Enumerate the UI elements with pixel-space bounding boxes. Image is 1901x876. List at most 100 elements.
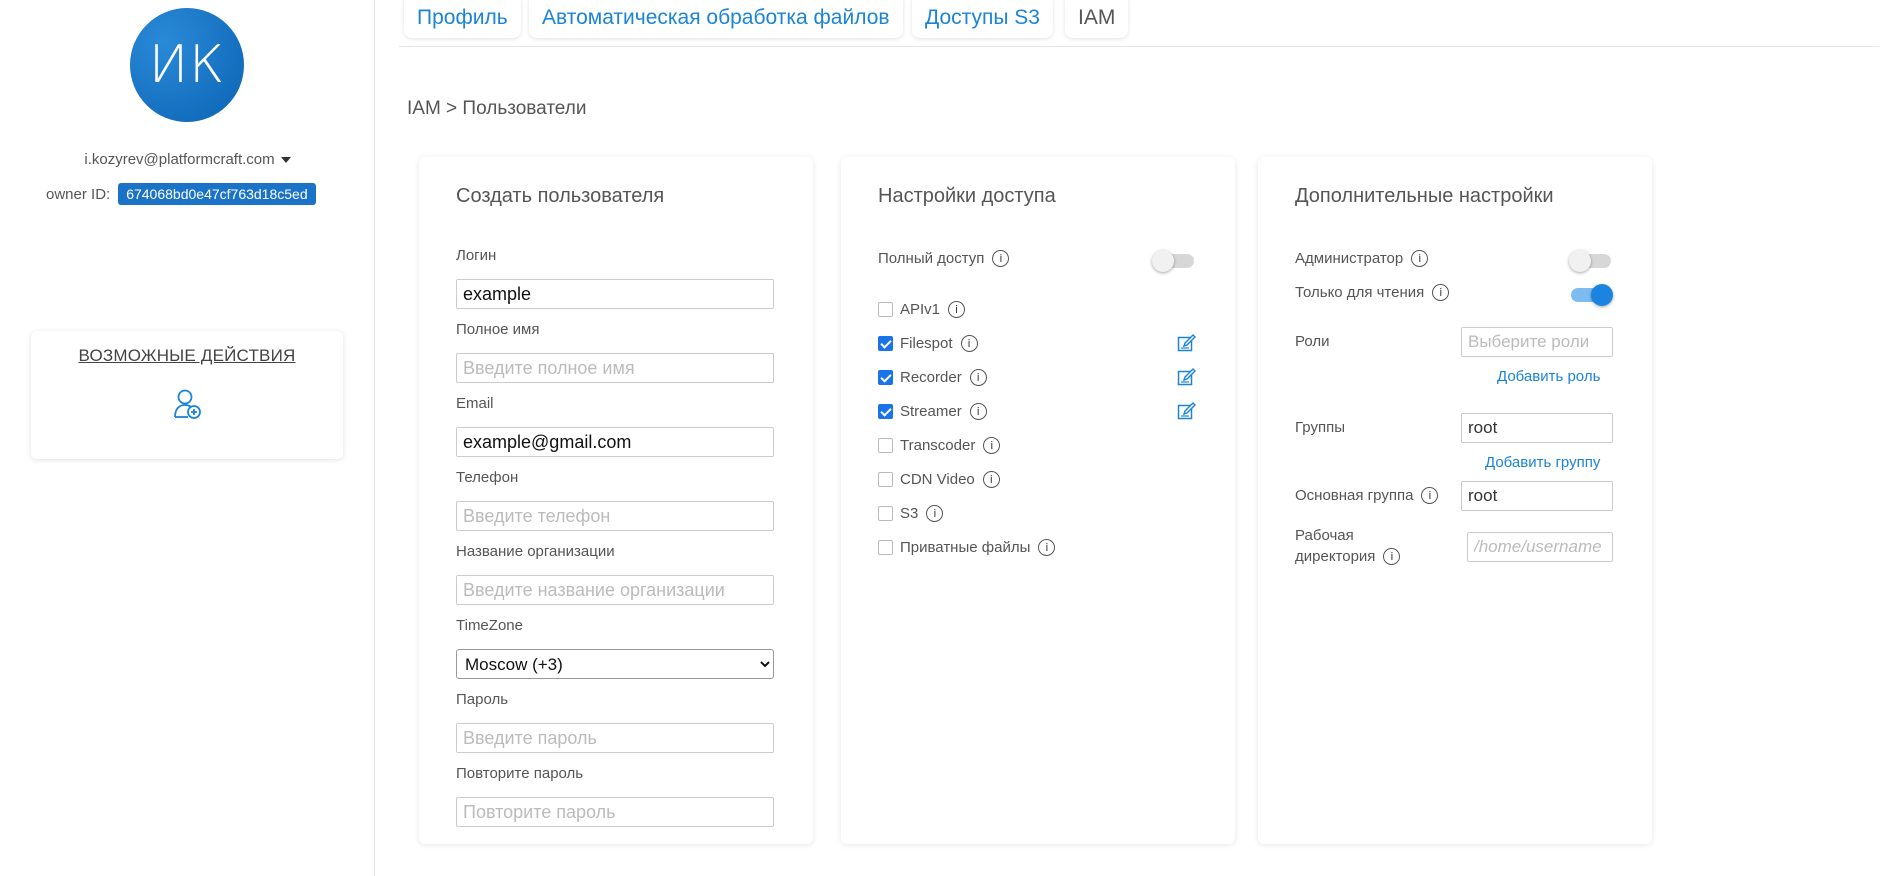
fullname-input[interactable]	[456, 353, 774, 383]
perm-label: APIv1	[900, 301, 941, 318]
phone-label: Телефон	[456, 469, 519, 486]
tab-iam[interactable]: IAM	[1065, 0, 1129, 38]
info-icon[interactable]: i	[992, 250, 1010, 267]
apiv1-checkbox[interactable]	[878, 302, 893, 317]
create-user-title: Создать пользователя	[456, 185, 665, 207]
avatar[interactable]: ИК	[130, 8, 244, 122]
perm-label: S3	[900, 505, 919, 522]
info-icon[interactable]: i	[969, 403, 987, 420]
main-group-label: Основная группа	[1295, 487, 1414, 504]
info-icon[interactable]: i	[960, 335, 978, 352]
admin-toggle[interactable]	[1569, 250, 1613, 272]
access-settings-title: Настройки доступа	[878, 185, 1056, 207]
password-label: Пароль	[456, 691, 509, 708]
perm-row-s3: S3 i	[878, 505, 944, 522]
workdir-label-line2: директория	[1295, 548, 1376, 565]
add-role-link[interactable]: Добавить роль	[1497, 368, 1600, 385]
perm-row-streamer: Streamer i	[878, 403, 987, 420]
org-input[interactable]	[456, 575, 774, 605]
recorder-checkbox[interactable]	[878, 370, 893, 385]
perm-label: Recorder	[900, 369, 962, 386]
add-group-link[interactable]: Добавить группу	[1485, 454, 1600, 471]
perm-label: Transcoder	[900, 437, 976, 454]
main-group-row: Основная группа i	[1295, 487, 1439, 504]
email-input[interactable]	[456, 427, 774, 457]
workdir-label-row: директория i	[1295, 548, 1401, 565]
info-icon[interactable]: i	[948, 301, 966, 318]
info-icon[interactable]: i	[1421, 487, 1439, 504]
filespot-checkbox[interactable]	[878, 336, 893, 351]
actions-card: ВОЗМОЖНЫЕ ДЕЙСТВИЯ	[31, 331, 343, 459]
email-label: Email	[456, 395, 494, 412]
info-icon[interactable]: i	[1432, 284, 1450, 301]
user-menu[interactable]: i.kozyrev@platformcraft.com	[0, 151, 375, 168]
tab-bar: Профиль Автоматическая обработка файлов …	[399, 0, 1879, 47]
info-icon[interactable]: i	[1038, 539, 1056, 556]
extra-settings-card: Дополнительные настройки Администратор i…	[1258, 157, 1652, 844]
chevron-down-icon[interactable]	[280, 157, 291, 164]
fullname-label: Полное имя	[456, 321, 540, 338]
tab-s3-access[interactable]: Доступы S3	[912, 0, 1053, 38]
readonly-toggle[interactable]	[1569, 284, 1613, 306]
perm-row-recorder: Recorder i	[878, 369, 987, 386]
perm-label: Filespot	[900, 335, 953, 352]
perm-row-apiv1: APIv1 i	[878, 301, 966, 318]
streamer-checkbox[interactable]	[878, 404, 893, 419]
private-files-checkbox[interactable]	[878, 540, 893, 555]
login-input[interactable]	[456, 279, 774, 309]
readonly-label: Только для чтения	[1295, 284, 1425, 301]
groups-row: Группы	[1295, 419, 1345, 436]
timezone-select[interactable]: Moscow (+3)	[456, 649, 774, 679]
breadcrumb: IAM > Пользователи	[407, 98, 587, 119]
groups-label: Группы	[1295, 419, 1345, 436]
groups-input[interactable]	[1461, 413, 1613, 443]
info-icon[interactable]: i	[982, 471, 1000, 488]
password-input[interactable]	[456, 723, 774, 753]
owner-id-row: owner ID: 674068bd0e47cf763d18c5ed	[46, 183, 316, 205]
info-icon[interactable]: i	[926, 505, 944, 522]
cdn-video-checkbox[interactable]	[878, 472, 893, 487]
info-icon[interactable]: i	[983, 437, 1001, 454]
sidebar: ИК i.kozyrev@platformcraft.com owner ID:…	[0, 0, 375, 876]
transcoder-checkbox[interactable]	[878, 438, 893, 453]
org-label: Название организации	[456, 543, 615, 560]
access-settings-card: Настройки доступа Полный доступ i APIv1 …	[841, 157, 1235, 844]
password-repeat-label: Повторите пароль	[456, 765, 584, 782]
readonly-row: Только для чтения i	[1295, 284, 1450, 301]
edit-icon[interactable]	[1177, 402, 1196, 421]
perm-label: Streamer	[900, 403, 962, 420]
owner-id-label: owner ID:	[46, 185, 111, 203]
timezone-label: TimeZone	[456, 617, 523, 634]
password-repeat-input[interactable]	[456, 797, 774, 827]
tab-auto-processing[interactable]: Автоматическая обработка файлов	[529, 0, 903, 38]
admin-row: Администратор i	[1295, 250, 1429, 267]
full-access-label: Полный доступ	[878, 250, 985, 267]
roles-input[interactable]	[1461, 327, 1613, 357]
owner-id-badge: 674068bd0e47cf763d18c5ed	[118, 183, 316, 205]
actions-title: ВОЗМОЖНЫЕ ДЕЙСТВИЯ	[78, 346, 296, 365]
roles-label: Роли	[1295, 333, 1330, 350]
add-user-icon[interactable]	[174, 388, 202, 420]
user-email: i.kozyrev@platformcraft.com	[84, 151, 275, 168]
extra-settings-title: Дополнительные настройки	[1295, 185, 1554, 207]
info-icon[interactable]: i	[1411, 250, 1429, 267]
perm-label: CDN Video	[900, 471, 975, 488]
roles-row: Роли	[1295, 333, 1330, 350]
admin-label: Администратор	[1295, 250, 1404, 267]
perm-row-transcoder: Transcoder i	[878, 437, 1001, 454]
full-access-toggle[interactable]	[1152, 250, 1196, 272]
edit-icon[interactable]	[1177, 368, 1196, 387]
main-group-input[interactable]	[1461, 481, 1613, 511]
info-icon[interactable]: i	[969, 369, 987, 386]
info-icon[interactable]: i	[1383, 548, 1401, 565]
perm-row-filespot: Filespot i	[878, 335, 978, 352]
full-access-row: Полный доступ i	[878, 250, 1010, 267]
phone-input[interactable]	[456, 501, 774, 531]
edit-icon[interactable]	[1177, 334, 1196, 353]
tab-profile[interactable]: Профиль	[404, 0, 521, 38]
workdir-label-line1: Рабочая	[1295, 527, 1354, 544]
perm-row-private-files: Приватные файлы i	[878, 539, 1056, 556]
login-label: Логин	[456, 247, 497, 264]
workdir-input[interactable]	[1467, 532, 1613, 562]
s3-checkbox[interactable]	[878, 506, 893, 521]
